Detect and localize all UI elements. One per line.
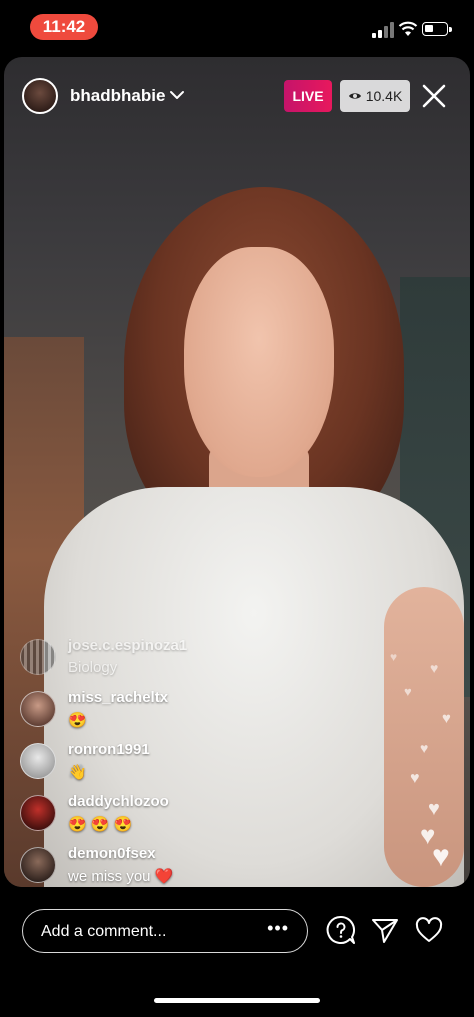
heart-icon: ♥ (420, 740, 429, 756)
commenter-username[interactable]: ronron1991 (68, 741, 150, 758)
home-indicator[interactable] (154, 998, 320, 1003)
comment-text: we miss you ❤️ (68, 868, 174, 885)
floating-hearts: ♥ ♥ ♥ ♥ ♥ ♥ ♥ ♥ ♥ (380, 640, 470, 890)
comment-placeholder: Add a comment... (41, 923, 167, 940)
commenter-username[interactable]: jose.c.espinoza1 (68, 637, 187, 654)
viewer-count: 10.4K (365, 88, 403, 104)
comment-input[interactable]: Add a comment... ••• (22, 909, 308, 953)
heart-icon: ♥ (410, 770, 420, 787)
signal-icon (372, 22, 394, 38)
comment-text: 👋 (68, 764, 87, 781)
bottom-bar: Add a comment... ••• (0, 905, 474, 961)
more-options-button[interactable]: ••• (267, 918, 289, 939)
commenter-username[interactable]: miss_racheltx (68, 689, 168, 706)
heart-icon: ♥ (390, 650, 398, 664)
heart-icon: ♥ (442, 710, 451, 727)
comment-text: 😍 😍 😍 (68, 816, 133, 833)
send-icon[interactable] (370, 915, 400, 945)
eye-icon (348, 93, 361, 99)
live-badge: LIVE (284, 80, 332, 112)
comment-item: ronron1991 👋 (20, 739, 320, 791)
comment-text: 😍 (68, 712, 87, 729)
comment-item: daddychlozoo 😍 😍 😍 (20, 791, 320, 843)
close-icon[interactable] (420, 82, 448, 110)
heart-icon: ♥ (428, 798, 440, 820)
heart-icon[interactable] (414, 915, 444, 945)
commenter-avatar[interactable] (20, 691, 56, 727)
heart-icon: ♥ (432, 840, 450, 873)
chevron-down-icon[interactable] (168, 86, 186, 104)
heart-icon: ♥ (430, 660, 439, 676)
commenter-avatar[interactable] (20, 847, 56, 883)
question-icon[interactable] (326, 915, 356, 945)
commenter-avatar[interactable] (20, 795, 56, 831)
host-username[interactable]: bhadbhabie (70, 86, 165, 106)
comment-item: miss_racheltx 😍 (20, 687, 320, 739)
comment-text: Biology (68, 659, 118, 676)
host-avatar[interactable] (22, 78, 58, 114)
commenter-avatar[interactable] (20, 639, 56, 675)
commenter-username[interactable]: demon0fsex (68, 845, 156, 862)
live-header: bhadbhabie LIVE 10.4K (0, 68, 474, 124)
heart-icon: ♥ (404, 684, 412, 699)
commenter-username[interactable]: daddychlozoo (68, 793, 169, 810)
status-bar: 11:42 (0, 0, 474, 56)
battery-icon (422, 22, 452, 36)
streamer-face (184, 247, 334, 477)
viewer-count-badge[interactable]: 10.4K (340, 80, 410, 112)
wifi-icon (398, 21, 418, 36)
comment-item: demon0fsex we miss you ❤️ (20, 843, 320, 895)
comment-item: jose.c.espinoza1 Biology (20, 635, 320, 687)
comment-feed: jose.c.espinoza1 Biology miss_racheltx 😍… (20, 635, 320, 895)
status-time: 11:42 (30, 14, 98, 40)
commenter-avatar[interactable] (20, 743, 56, 779)
